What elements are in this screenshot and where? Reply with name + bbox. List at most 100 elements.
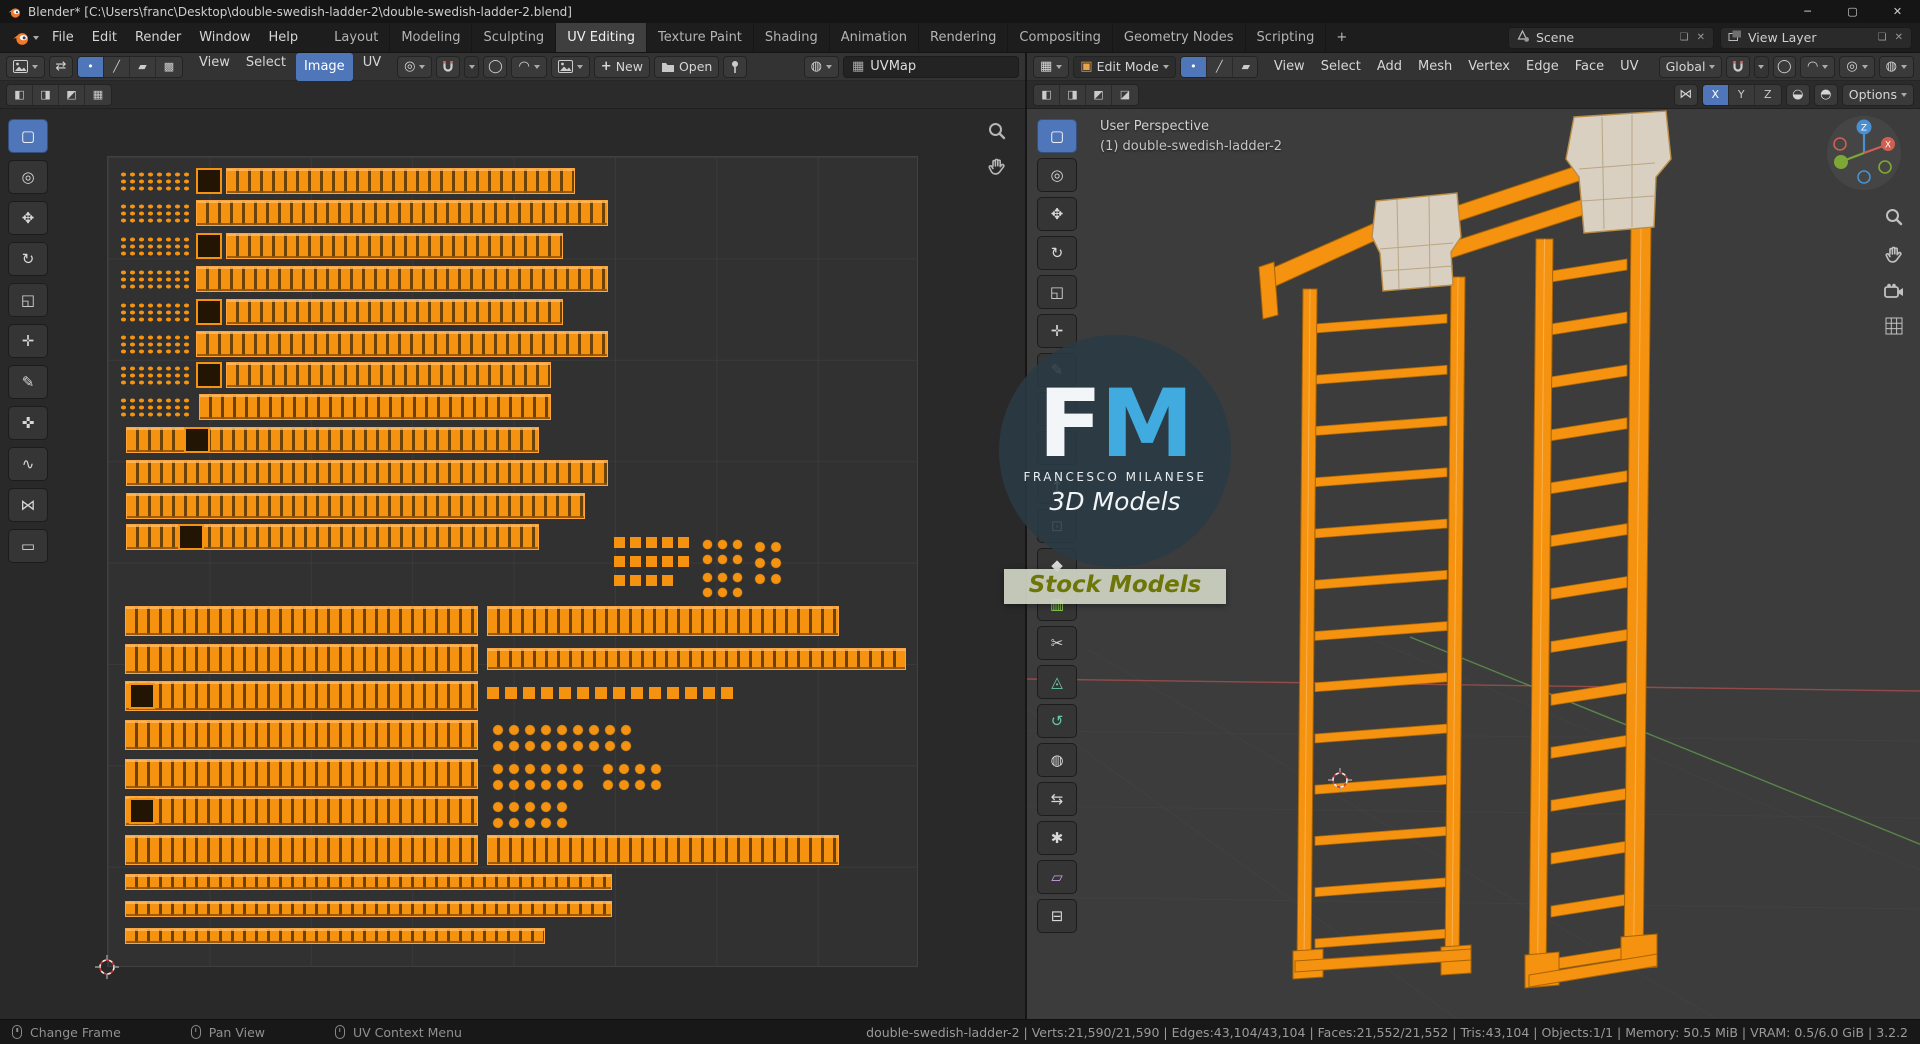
- mirror-z-toggle[interactable]: Z: [1754, 84, 1781, 105]
- viewport-menu-face[interactable]: Face: [1567, 53, 1612, 81]
- uv-select-mode-3[interactable]: ▩: [156, 56, 182, 77]
- uv-menu-select[interactable]: Select: [238, 49, 294, 85]
- tool-transform[interactable]: ✛: [1037, 314, 1077, 348]
- viewport-menu-mesh[interactable]: Mesh: [1410, 53, 1460, 81]
- overlays-dropdown[interactable]: [1839, 55, 1875, 78]
- menu-window[interactable]: Window: [190, 23, 259, 53]
- uv-editor-type-button[interactable]: [6, 55, 45, 78]
- viewport-snap-dropdown[interactable]: [1753, 55, 1769, 78]
- workspace-tab-animation[interactable]: Animation: [830, 23, 919, 52]
- workspace-tab-texture-paint[interactable]: Texture Paint: [647, 23, 754, 52]
- snap-target-button[interactable]: [1813, 83, 1838, 106]
- image-new-button[interactable]: New: [593, 55, 650, 78]
- tool-measure[interactable]: ∡: [1037, 392, 1077, 426]
- viewport-canvas[interactable]: User Perspective (1) double-swedish-ladd…: [1027, 109, 1920, 1019]
- uvmap-field[interactable]: UVMap: [843, 55, 1019, 78]
- tool-edge-slide[interactable]: ⇆: [1037, 782, 1077, 816]
- viewport-proportional-toggle[interactable]: [1772, 55, 1796, 78]
- tool-poly-build[interactable]: ◬: [1037, 665, 1077, 699]
- tool-relax[interactable]: ∿: [8, 447, 48, 481]
- uv-proportional-toggle[interactable]: [483, 55, 508, 78]
- tool-loop-cut[interactable]: ▥: [1037, 587, 1077, 621]
- workspace-tab-scripting[interactable]: Scripting: [1246, 23, 1327, 52]
- uv-display-toggle-2[interactable]: ◩: [59, 84, 85, 105]
- viewport-menu-select[interactable]: Select: [1313, 53, 1369, 81]
- scene-selector[interactable]: Scene ❏ ✕: [1508, 26, 1714, 49]
- pan-hand-icon[interactable]: [987, 157, 1007, 181]
- uv-select-mode-0[interactable]: •: [78, 56, 104, 77]
- workspace-tab-uv-editing[interactable]: UV Editing: [556, 23, 648, 52]
- uv-snap-toggle[interactable]: [436, 55, 461, 78]
- tool-annotate[interactable]: ✎: [8, 365, 48, 399]
- tool-scale[interactable]: ◱: [8, 283, 48, 317]
- symmetry-button[interactable]: [1673, 83, 1698, 106]
- uv-falloff-dropdown[interactable]: [511, 55, 547, 78]
- view-layer-selector[interactable]: View Layer ❏ ✕: [1720, 26, 1912, 49]
- tool-shrink-fatten[interactable]: ✱: [1037, 821, 1077, 855]
- uv-select-mode-1[interactable]: ╱: [104, 56, 130, 77]
- mirror-y-toggle[interactable]: Y: [1728, 84, 1755, 105]
- uv-pivot-dropdown[interactable]: [397, 55, 433, 78]
- tool-cursor[interactable]: ◎: [8, 160, 48, 194]
- workspace-tab-sculpting[interactable]: Sculpting: [472, 23, 557, 52]
- tool-select-box[interactable]: ▢: [1037, 119, 1077, 153]
- uv-display-channels-dropdown[interactable]: [803, 55, 839, 78]
- viewport-falloff-dropdown[interactable]: [1799, 55, 1836, 78]
- image-browse-button[interactable]: [550, 55, 590, 78]
- uv-sync-selection-toggle[interactable]: [49, 55, 73, 78]
- gizmo-y-axis[interactable]: [1834, 155, 1848, 169]
- tool-rip-region[interactable]: ⊟: [1037, 899, 1077, 933]
- uv-canvas[interactable]: ▢ ◎ ✥ ↻ ◱ ✛ ✎ ✜ ∿ ⋈ ▭: [0, 109, 1025, 1019]
- tool-bevel[interactable]: ◆: [1037, 548, 1077, 582]
- tool-rip[interactable]: ▭: [8, 529, 48, 563]
- snap-affect-button[interactable]: [1785, 83, 1810, 106]
- viewport-menu-edge[interactable]: Edge: [1518, 53, 1567, 81]
- uv-snap-dropdown[interactable]: [464, 55, 480, 78]
- new-scene-icon[interactable]: ❏: [1679, 32, 1690, 43]
- tool-move[interactable]: ✥: [1037, 197, 1077, 231]
- uv-display-toggle-0[interactable]: ◧: [7, 84, 33, 105]
- mesh-select-mode-2[interactable]: ▰: [1232, 56, 1257, 77]
- viewport-menu-uv[interactable]: UV: [1612, 53, 1646, 81]
- image-open-button[interactable]: Open: [653, 55, 720, 78]
- tool-knife[interactable]: ✂: [1037, 626, 1077, 660]
- workspace-tab-layout[interactable]: Layout: [323, 23, 391, 52]
- tool-extrude[interactable]: ↥: [1037, 470, 1077, 504]
- tool-cursor[interactable]: ◎: [1037, 158, 1077, 192]
- viewport-menu-view[interactable]: View: [1266, 53, 1313, 81]
- viewport-menu-add[interactable]: Add: [1369, 53, 1410, 81]
- uv-select-mode-2[interactable]: ▰: [130, 56, 156, 77]
- mode-dropdown[interactable]: Edit Mode: [1073, 55, 1176, 78]
- tool-spin[interactable]: ↺: [1037, 704, 1077, 738]
- viewport-editor-type-button[interactable]: [1033, 55, 1070, 78]
- navigation-gizmo[interactable]: Z X: [1826, 115, 1902, 191]
- unlink-scene-icon[interactable]: ✕: [1696, 32, 1706, 43]
- mesh-select-mode-1[interactable]: ╱: [1206, 56, 1233, 77]
- uv-display-toggle-3[interactable]: ▦: [85, 84, 111, 105]
- menu-edit[interactable]: Edit: [83, 23, 126, 53]
- mirror-x-toggle[interactable]: X: [1702, 84, 1729, 105]
- camera-view-icon[interactable]: [1884, 283, 1904, 303]
- viewport-display-toggle-0[interactable]: ◧: [1034, 84, 1060, 105]
- tool-grab[interactable]: ✜: [8, 406, 48, 440]
- tool-scale[interactable]: ◱: [1037, 275, 1077, 309]
- blender-menu-icon[interactable]: [8, 29, 43, 46]
- pin-button[interactable]: [723, 55, 748, 78]
- mesh-select-mode-0[interactable]: •: [1180, 56, 1207, 77]
- viewport-display-toggle-3[interactable]: ◪: [1112, 84, 1138, 105]
- tool-add-cube[interactable]: ⊞: [1037, 431, 1077, 465]
- zoom-icon[interactable]: [987, 121, 1007, 145]
- menu-help[interactable]: Help: [260, 23, 308, 53]
- workspace-tab-compositing[interactable]: Compositing: [1008, 23, 1113, 52]
- maximize-button[interactable]: ▢: [1830, 0, 1875, 23]
- remove-layer-icon[interactable]: ✕: [1894, 32, 1904, 43]
- viewport-menu-vertex[interactable]: Vertex: [1460, 53, 1518, 81]
- uv-menu-uv[interactable]: UV: [355, 49, 389, 85]
- menu-render[interactable]: Render: [126, 23, 190, 53]
- tool-annotate[interactable]: ✎: [1037, 353, 1077, 387]
- orthographic-toggle-icon[interactable]: [1885, 317, 1903, 339]
- tool-rotate[interactable]: ↻: [1037, 236, 1077, 270]
- new-layer-icon[interactable]: ❏: [1877, 32, 1888, 43]
- options-button[interactable]: Options: [1841, 83, 1914, 106]
- shading-dropdown[interactable]: [1878, 55, 1915, 78]
